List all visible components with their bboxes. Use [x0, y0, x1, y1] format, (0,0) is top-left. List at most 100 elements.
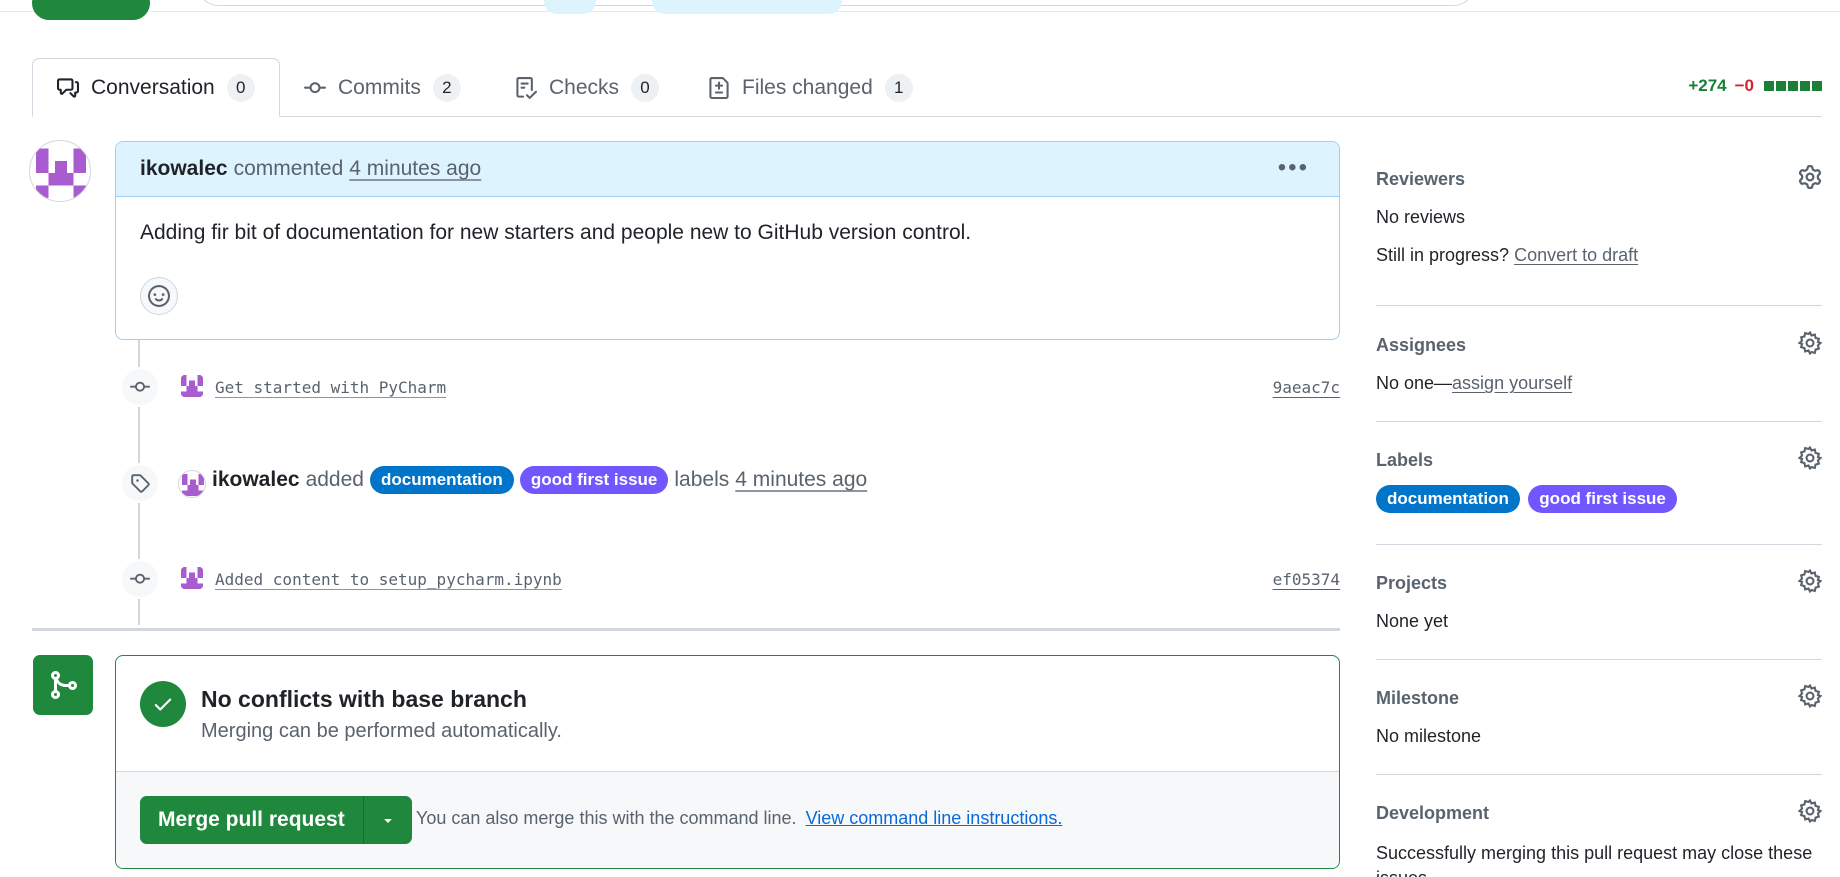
sidebar-labels-list: documentation good first issue: [1376, 485, 1822, 513]
label-documentation[interactable]: documentation: [1376, 485, 1520, 513]
comment-author[interactable]: ikowalec: [140, 157, 228, 181]
sidebar-labels: Labels documentation good first issue: [1376, 446, 1822, 513]
sidebar-milestone-heading[interactable]: Milestone: [1376, 688, 1822, 709]
sidebar-development-text: Successfully merging this pull request m…: [1376, 843, 1813, 877]
tab-conversation-count: 0: [226, 73, 255, 102]
checklist-icon: [516, 76, 537, 99]
add-reaction-button[interactable]: [140, 277, 178, 315]
sidebar-assignees-heading[interactable]: Assignees: [1376, 335, 1822, 356]
tab-files-changed-count: 1: [884, 73, 913, 102]
sidebar-divider: [1376, 421, 1822, 422]
sidebar-projects-heading[interactable]: Projects: [1376, 573, 1822, 594]
sidebar-development: Development Successfully merging this pu…: [1376, 799, 1822, 877]
tag-icon: [131, 474, 150, 493]
tab-conversation[interactable]: Conversation 0: [32, 58, 280, 117]
tab-conversation-label: Conversation: [91, 75, 215, 99]
label-event-actor[interactable]: ikowalec: [212, 468, 300, 492]
command-line-instructions-link[interactable]: View command line instructions.: [806, 808, 1063, 828]
identicon-icon: [181, 473, 205, 497]
commit-message-link[interactable]: Get started with PyCharm: [215, 378, 446, 397]
identicon-icon: [36, 148, 86, 199]
git-commit-icon: [130, 381, 150, 392]
comment-box: ikowalec commented 4 minutes ago ••• Add…: [115, 141, 1340, 340]
gear-icon[interactable]: [1798, 684, 1822, 708]
sidebar-projects: Projects None yet: [1376, 569, 1822, 632]
tab-commits-count: 2: [432, 73, 461, 102]
sidebar-milestone-text: No milestone: [1376, 726, 1482, 746]
commit-message-link[interactable]: Added content to setup_pycharm.ipynb: [215, 570, 562, 589]
tab-checks-label: Checks: [549, 75, 620, 99]
sidebar-divider: [1376, 305, 1822, 306]
tab-commits-label: Commits: [338, 75, 421, 99]
merge-button-group: Merge pull request: [140, 796, 412, 844]
comment-author-avatar[interactable]: [29, 140, 91, 202]
sidebar-development-heading[interactable]: Development: [1376, 803, 1822, 824]
label-actor-avatar[interactable]: [178, 470, 206, 498]
branch-pill-head[interactable]: [652, 0, 842, 14]
git-commit-icon: [304, 81, 326, 93]
diffstat-deletions: −0: [1734, 76, 1754, 95]
diffstat: +274 −0: [1688, 76, 1822, 96]
diffstat-block: [1812, 81, 1822, 91]
merge-box: No conflicts with base branch Merging ca…: [115, 655, 1340, 869]
file-diff-icon: [709, 76, 729, 99]
comment-discussion-icon: [57, 77, 79, 98]
timeline-label-badge: [120, 463, 160, 503]
label-good-first-issue[interactable]: good first issue: [1528, 485, 1677, 513]
label-documentation[interactable]: documentation: [369, 466, 514, 494]
identicon-icon: [180, 566, 204, 590]
git-merge-icon: [51, 671, 78, 699]
merge-note-text: You can also merge this with the command…: [416, 808, 797, 828]
label-good-first-issue[interactable]: good first issue: [519, 466, 669, 494]
commit-sha-link[interactable]: ef05374: [1273, 570, 1340, 589]
git-commit-icon: [130, 573, 150, 584]
branch-pill-base[interactable]: [544, 0, 596, 14]
tab-files-changed-label: Files changed: [742, 75, 873, 99]
diffstat-block: [1764, 81, 1774, 91]
merge-method-dropdown[interactable]: [363, 796, 412, 844]
tab-checks[interactable]: Checks 0: [515, 58, 660, 117]
merge-status-subtitle: Merging can be performed automatically.: [201, 720, 562, 742]
kebab-horizontal-icon[interactable]: •••: [1278, 154, 1309, 182]
commit-sha-link[interactable]: 9aeac7c: [1273, 378, 1340, 397]
sidebar-assignees: Assignees No one—assign yourself: [1376, 331, 1822, 394]
sidebar-reviewers-text: No reviews: [1376, 207, 1466, 227]
tab-commits[interactable]: Commits 2: [304, 58, 461, 117]
gear-icon[interactable]: [1798, 331, 1822, 355]
timeline-commit-badge: [120, 559, 160, 599]
gear-icon[interactable]: [1798, 446, 1822, 470]
sidebar-assignees-text: No one—assign yourself: [1376, 373, 1822, 394]
assign-yourself-link[interactable]: assign yourself: [1452, 373, 1572, 393]
sidebar-draft-prefix: Still in progress?: [1376, 245, 1510, 265]
merge-command-line-note: You can also merge this with the command…: [416, 808, 1062, 829]
label-event-suffix: labels: [674, 468, 730, 491]
sidebar-draft-prompt: Still in progress? Convert to draft: [1376, 245, 1822, 266]
tab-checks-count: 0: [631, 73, 660, 102]
sidebar-reviewers: Reviewers No reviews Still in progress? …: [1376, 165, 1822, 279]
merge-pull-request-button[interactable]: Merge pull request: [140, 796, 364, 844]
gear-icon[interactable]: [1798, 799, 1822, 823]
comment-body: Adding fir bit of documentation for new …: [140, 221, 972, 244]
triangle-down-icon: [384, 819, 392, 823]
gear-icon[interactable]: [1798, 165, 1822, 189]
label-event-timestamp[interactable]: 4 minutes ago: [735, 468, 867, 492]
tabs-divider: [32, 116, 1822, 117]
commit-author-avatar[interactable]: [178, 372, 206, 400]
status-open-badge: [32, 0, 150, 20]
timeline-end-divider: [32, 628, 1340, 631]
identicon-icon: [180, 374, 204, 398]
check-icon: [154, 698, 172, 711]
convert-to-draft-link[interactable]: Convert to draft: [1514, 245, 1638, 265]
sidebar-divider: [1376, 659, 1822, 660]
sidebar-reviewers-heading[interactable]: Reviewers: [1376, 169, 1822, 190]
sidebar-divider: [1376, 774, 1822, 775]
comment-header: ikowalec commented 4 minutes ago •••: [116, 142, 1339, 197]
comment-timestamp[interactable]: 4 minutes ago: [349, 157, 481, 181]
commit-author-avatar[interactable]: [178, 564, 206, 592]
gear-icon[interactable]: [1798, 569, 1822, 593]
tab-files-changed[interactable]: Files changed 1: [708, 58, 913, 117]
merge-footer: Merge pull request You can also merge th…: [116, 771, 1339, 868]
diffstat-additions: +274: [1688, 76, 1727, 95]
sidebar-assignees-prefix: No one—: [1376, 373, 1453, 393]
sidebar-labels-heading[interactable]: Labels: [1376, 450, 1822, 471]
